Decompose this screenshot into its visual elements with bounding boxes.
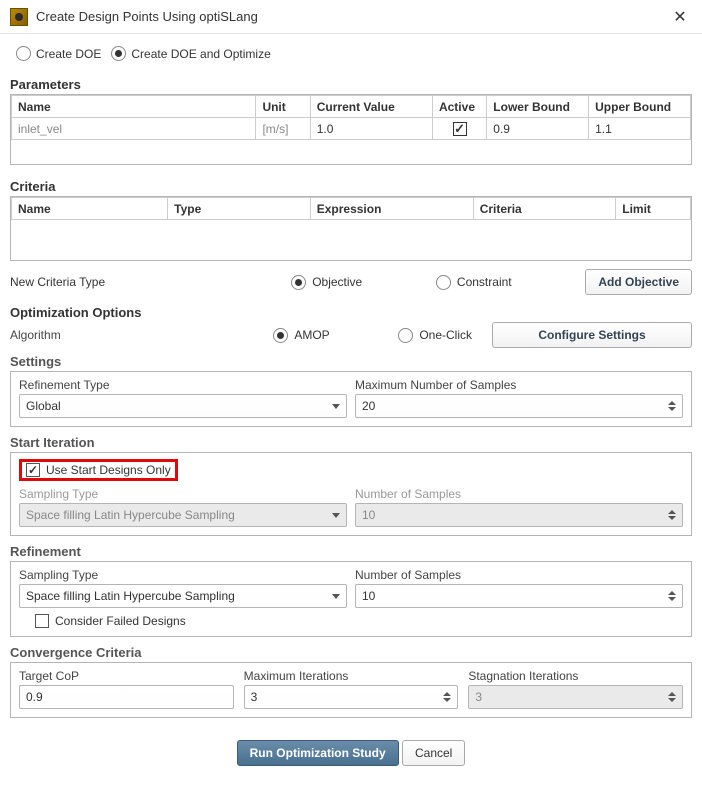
radio-constraint[interactable]: Constraint [436, 275, 512, 290]
cell-unit: [m/s] [256, 118, 310, 140]
refinement-type-value: Global [26, 399, 61, 413]
convergence-label: Convergence Criteria [10, 645, 692, 660]
use-start-designs-label: Use Start Designs Only [46, 463, 171, 477]
col-upper: Upper Bound [589, 96, 691, 118]
num-samples-label-2: Number of Samples [355, 568, 683, 582]
cell-name: inlet_vel [12, 118, 256, 140]
sampling-type-label-1: Sampling Type [19, 487, 347, 501]
cell-lower[interactable]: 0.9 [487, 118, 589, 140]
radio-constraint-label: Constraint [457, 275, 512, 289]
max-iterations-label: Maximum Iterations [244, 669, 459, 683]
consider-failed-label: Consider Failed Designs [55, 614, 186, 628]
cell-upper[interactable]: 1.1 [589, 118, 691, 140]
radio-oneclick[interactable]: One-Click [398, 328, 472, 343]
run-optimization-button[interactable]: Run Optimization Study [237, 740, 399, 766]
col-name: Name [12, 198, 168, 220]
refinement-type-label: Refinement Type [19, 378, 347, 392]
cell-current[interactable]: 1.0 [310, 118, 432, 140]
table-row[interactable]: inlet_vel [m/s] 1.0 ✓ 0.9 1.1 [12, 118, 691, 140]
new-criteria-label: New Criteria Type [10, 275, 105, 289]
cell-active[interactable]: ✓ [432, 118, 486, 140]
criteria-table: Name Type Expression Criteria Limit [10, 196, 692, 261]
col-active: Active [432, 96, 486, 118]
parameters-table: Name Unit Current Value Active Lower Bou… [10, 94, 692, 165]
sampling-type-value-2: Space filling Latin Hypercube Sampling [26, 589, 235, 603]
settings-label: Settings [10, 354, 692, 369]
num-samples-value-2: 10 [362, 589, 375, 603]
col-limit: Limit [616, 198, 691, 220]
col-name: Name [12, 96, 256, 118]
radio-create-doe-label: Create DOE [36, 47, 101, 61]
radio-create-doe[interactable]: Create DOE [16, 46, 101, 61]
target-cop-value: 0.9 [26, 690, 43, 704]
algorithm-label: Algorithm [10, 328, 90, 342]
chevron-down-icon [332, 404, 340, 409]
window-title: Create Design Points Using optiSLang [36, 9, 258, 24]
stagnation-value: 3 [475, 690, 482, 704]
close-button[interactable]: ✕ [668, 7, 692, 27]
stagnation-input: 3 [468, 685, 683, 709]
radio-oneclick-label: One-Click [419, 328, 472, 342]
col-type: Type [168, 198, 311, 220]
radio-amop-label: AMOP [294, 328, 329, 342]
radio-create-doe-optimize[interactable]: Create DOE and Optimize [111, 46, 270, 61]
col-criteria: Criteria [473, 198, 616, 220]
radio-create-doe-optimize-label: Create DOE and Optimize [131, 47, 270, 61]
add-objective-button[interactable]: Add Objective [585, 269, 692, 295]
stagnation-label: Stagnation Iterations [468, 669, 683, 683]
target-cop-label: Target CoP [19, 669, 234, 683]
num-samples-input-2[interactable]: 10 [355, 584, 683, 608]
app-icon [10, 8, 28, 26]
max-samples-value: 20 [362, 399, 375, 413]
max-samples-input[interactable]: 20 [355, 394, 683, 418]
sampling-type-value-1: Space filling Latin Hypercube Sampling [26, 508, 235, 522]
col-lower: Lower Bound [487, 96, 589, 118]
radio-objective-label: Objective [312, 275, 362, 289]
refinement-type-select[interactable]: Global [19, 394, 347, 418]
max-iterations-input[interactable]: 3 [244, 685, 459, 709]
target-cop-input[interactable]: 0.9 [19, 685, 234, 709]
max-samples-label: Maximum Number of Samples [355, 378, 683, 392]
radio-amop[interactable]: AMOP [273, 328, 329, 343]
sampling-type-label-2: Sampling Type [19, 568, 347, 582]
num-samples-input-1: 10 [355, 503, 683, 527]
highlight-box: Use Start Designs Only [19, 459, 178, 481]
cancel-button[interactable]: Cancel [402, 740, 465, 766]
mode-radio-group: Create DOE Create DOE and Optimize [16, 46, 692, 61]
num-samples-value-1: 10 [362, 508, 375, 522]
max-iterations-value: 3 [251, 690, 258, 704]
col-expression: Expression [310, 198, 473, 220]
col-unit: Unit [256, 96, 310, 118]
parameters-title: Parameters [10, 77, 692, 92]
chevron-down-icon [332, 594, 340, 599]
titlebar: Create Design Points Using optiSLang ✕ [0, 0, 702, 34]
criteria-title: Criteria [10, 179, 692, 194]
use-start-designs-checkbox[interactable] [26, 463, 40, 477]
sampling-type-select-1: Space filling Latin Hypercube Sampling [19, 503, 347, 527]
consider-failed-checkbox[interactable] [35, 614, 49, 628]
refinement-label: Refinement [10, 544, 692, 559]
radio-objective[interactable]: Objective [291, 275, 362, 290]
start-iteration-label: Start Iteration [10, 435, 692, 450]
sampling-type-select-2[interactable]: Space filling Latin Hypercube Sampling [19, 584, 347, 608]
num-samples-label-1: Number of Samples [355, 487, 683, 501]
col-current: Current Value [310, 96, 432, 118]
configure-settings-button[interactable]: Configure Settings [492, 322, 692, 348]
opt-options-title: Optimization Options [10, 305, 692, 320]
chevron-down-icon [332, 513, 340, 518]
